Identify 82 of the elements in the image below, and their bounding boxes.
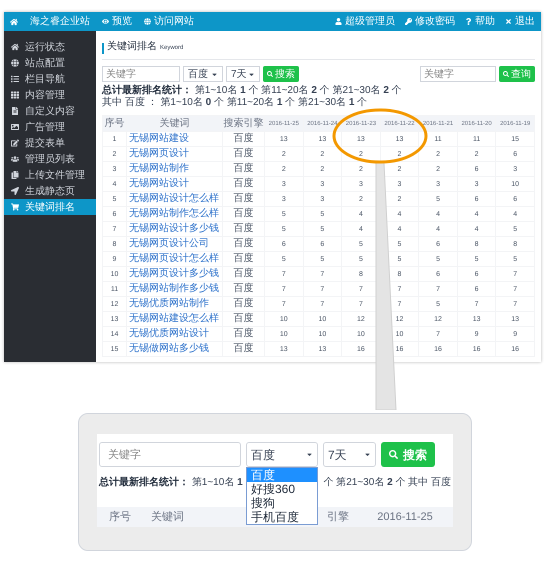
- table-cell: 百度: [222, 222, 264, 236]
- sidebar-item[interactable]: 自定义内容: [4, 103, 96, 119]
- table-cell: 百度: [222, 312, 264, 326]
- column-header: 序号: [108, 510, 132, 525]
- list-icon: [11, 75, 19, 83]
- sidebar-item[interactable]: 运行状态: [4, 39, 96, 55]
- ranking-summary: 其中 百度 ： 第1~10名 0 个 第11~20名 1 个 第21~30名 1 个: [102, 97, 368, 109]
- page-title: 关键词排名: [107, 40, 157, 54]
- column-header: 关键词: [151, 510, 185, 525]
- table-cell: 百度: [222, 176, 264, 192]
- sidebar-item[interactable]: 管理员列表: [4, 151, 96, 167]
- sidebar-item[interactable]: 栏目导航: [4, 71, 96, 87]
- caret-icon: [211, 70, 218, 78]
- table-cell: 百度: [222, 342, 264, 356]
- nav-link[interactable]: 帮助: [465, 14, 495, 29]
- keyword-field[interactable]: 关键字: [102, 66, 180, 82]
- select-field[interactable]: 7天: [226, 66, 260, 82]
- ranking-summary: 个 第21~30名 2 个 其中 百度: [323, 476, 451, 490]
- sidebar-item[interactable]: 广告管理: [4, 119, 96, 135]
- column-header: 关键词: [126, 116, 222, 132]
- table-cell: 百度: [222, 282, 264, 296]
- column-header: 序号: [102, 116, 126, 132]
- column-header: 2016-11-25: [376, 510, 434, 525]
- copy-icon: [11, 171, 19, 179]
- home-icon[interactable]: [10, 18, 18, 26]
- select-field[interactable]: 7天: [323, 442, 376, 467]
- column-header: 搜索引擎: [222, 116, 264, 132]
- select-field[interactable]: 百度: [246, 442, 318, 467]
- grid-icon: [11, 91, 19, 99]
- ranking-summary: 总计最新排名统计： 第1~10名 1: [99, 475, 243, 490]
- question-icon: [465, 18, 472, 25]
- user-icon: [335, 18, 342, 25]
- edit-icon: [11, 139, 19, 147]
- table-cell: 百度: [222, 206, 264, 222]
- table-cell: 百度: [222, 236, 264, 252]
- sidebar-item[interactable]: 上传文件管理: [4, 167, 96, 183]
- close-icon: [505, 18, 512, 25]
- table-cell: 百度: [222, 326, 264, 342]
- nav-link[interactable]: 超级管理员: [335, 14, 395, 29]
- users-icon: [11, 155, 19, 163]
- table-cell: 百度: [222, 162, 264, 176]
- table-cell: 百度: [222, 296, 264, 312]
- keyword-field[interactable]: 关键字: [99, 442, 241, 467]
- table-cell: 百度: [222, 132, 264, 146]
- dropdown-option[interactable]: 好搜360: [247, 482, 317, 496]
- sidebar-item[interactable]: 站点配置: [4, 55, 96, 71]
- sidebar-item[interactable]: 内容管理: [4, 87, 96, 103]
- sidebar-item[interactable]: 关键词排名: [4, 199, 96, 215]
- image-icon: [11, 123, 19, 131]
- search-icon: [267, 71, 273, 77]
- nav-link[interactable]: 预览: [102, 14, 132, 29]
- table-cell: 百度: [222, 252, 264, 266]
- eye-icon: [102, 18, 109, 25]
- keyword-field[interactable]: 关键字: [420, 66, 496, 82]
- accent-bar: [102, 43, 104, 54]
- globe-icon: [11, 59, 19, 67]
- dropdown-option[interactable]: 搜狗: [247, 496, 317, 510]
- dropdown-option[interactable]: 手机百度: [247, 510, 317, 524]
- nav-link[interactable]: 访问网站: [144, 14, 194, 29]
- search-icon: [389, 450, 398, 459]
- table-cell: 百度: [222, 266, 264, 282]
- caret-icon: [248, 70, 255, 78]
- column-header: 引擎: [327, 510, 350, 525]
- key-icon: [405, 18, 412, 25]
- caret-icon: [306, 451, 313, 458]
- ranking-summary: 总计最新排名统计： 第1~10名 1 个 第11~20名 2 个 第21~30名 2 个: [102, 85, 402, 96]
- document-icon: [11, 107, 19, 115]
- home-icon: [11, 43, 19, 51]
- nav-link[interactable]: 退出: [505, 14, 535, 29]
- table-cell: 百度: [222, 146, 264, 162]
- arrow-icon: [11, 187, 19, 195]
- search-icon: [503, 71, 509, 77]
- table-cell: 百度: [222, 192, 264, 206]
- caret-icon: [364, 451, 371, 458]
- select-field[interactable]: 百度: [183, 66, 223, 82]
- site-link[interactable]: 海之睿企业站: [30, 14, 90, 29]
- nav-link[interactable]: 修改密码: [405, 14, 455, 29]
- sidebar-item[interactable]: 生成静态页: [4, 183, 96, 199]
- globe-icon: [144, 18, 151, 25]
- cart-icon: [11, 203, 19, 211]
- dropdown-option[interactable]: 百度: [247, 468, 317, 482]
- sidebar-item[interactable]: 提交表单: [4, 135, 96, 151]
